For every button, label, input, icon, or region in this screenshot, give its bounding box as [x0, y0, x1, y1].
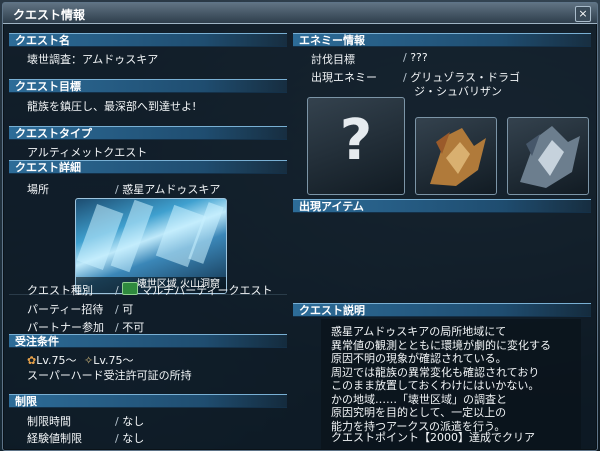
description-box: 惑星アムドゥスキアの局所地域にて 異常値の観測とともに環境が劇的に変化する 原因…: [321, 319, 581, 449]
level-requirements: ✿Lv.75～ ✧Lv.75～: [27, 354, 134, 367]
requirement-value: スーパーハード受注許可証の所持: [27, 369, 192, 382]
level-icon-1: ✿: [27, 354, 37, 367]
section-header-quest-name: クエスト名: [9, 33, 287, 47]
quest-points: クエストポイント【2000】達成でクリア: [331, 431, 535, 444]
dragon-icon: [430, 128, 486, 186]
multi-party-icon: [122, 282, 139, 295]
description-text: 惑星アムドゥスキアの局所地域にて 異常値の観測とともに環境が劇的に変化する 原因…: [331, 325, 551, 433]
title-bar[interactable]: クエスト情報 ×: [3, 3, 597, 24]
section-header-items: 出現アイテム: [293, 199, 591, 213]
question-mark-icon: ?: [339, 108, 373, 173]
appear-enemy-label: 出現エネミー: [311, 71, 377, 84]
exp-limit-value: / なし: [115, 432, 145, 445]
enemy-card-dragon-1[interactable]: [415, 117, 497, 195]
quest-info-window: クエスト情報 × クエスト名 壊世調査：アムドゥスキア クエスト目標 龍族を鎮圧…: [2, 2, 598, 451]
enemy-card-unknown[interactable]: ?: [307, 97, 405, 195]
quest-goal-value: 龍族を鎮圧し、最深部へ到達せよ!: [27, 100, 197, 113]
section-header-conditions: 受注条件: [9, 334, 287, 348]
close-button[interactable]: ×: [575, 6, 591, 22]
section-header-enemy: エネミー情報: [293, 33, 591, 47]
section-header-limits: 制限: [9, 394, 287, 408]
window-title: クエスト情報: [13, 8, 86, 22]
armored-dragon-icon: [520, 126, 580, 188]
time-limit-label: 制限時間: [27, 415, 71, 428]
target-value: / ???: [403, 51, 428, 64]
exp-limit-label: 経験値制限: [27, 432, 82, 445]
appear-enemy-value-2: ジ・シュバリザン: [414, 85, 502, 98]
level-icon-2: ✧: [84, 354, 94, 367]
quest-type-value: アルティメットクエスト: [27, 146, 148, 159]
location-image: 壊世区域 火山洞窟: [75, 198, 227, 294]
party-invite-value: / 可: [115, 303, 134, 316]
enemy-card-dragon-2[interactable]: [507, 117, 589, 195]
section-header-quest-type: クエストタイプ: [9, 126, 287, 140]
partner-join-label: パートナー参加: [27, 321, 104, 334]
partner-join-value: / 不可: [115, 321, 145, 334]
section-header-description: クエスト説明: [293, 303, 591, 317]
section-header-quest-detail: クエスト詳細: [9, 160, 287, 174]
time-limit-value: / なし: [115, 415, 145, 428]
target-label: 討伐目標: [311, 53, 355, 66]
quest-name-value: 壊世調査：アムドゥスキア: [27, 53, 159, 66]
location-value: / 惑星アムドゥスキア: [115, 183, 221, 196]
section-header-quest-goal: クエスト目標: [9, 79, 287, 93]
party-invite-label: パーティー招待: [27, 303, 104, 316]
quest-kind-value: / マルチパーティークエスト: [115, 282, 273, 297]
location-label: 場所: [27, 183, 49, 196]
quest-kind-label: クエスト種別: [27, 284, 93, 297]
